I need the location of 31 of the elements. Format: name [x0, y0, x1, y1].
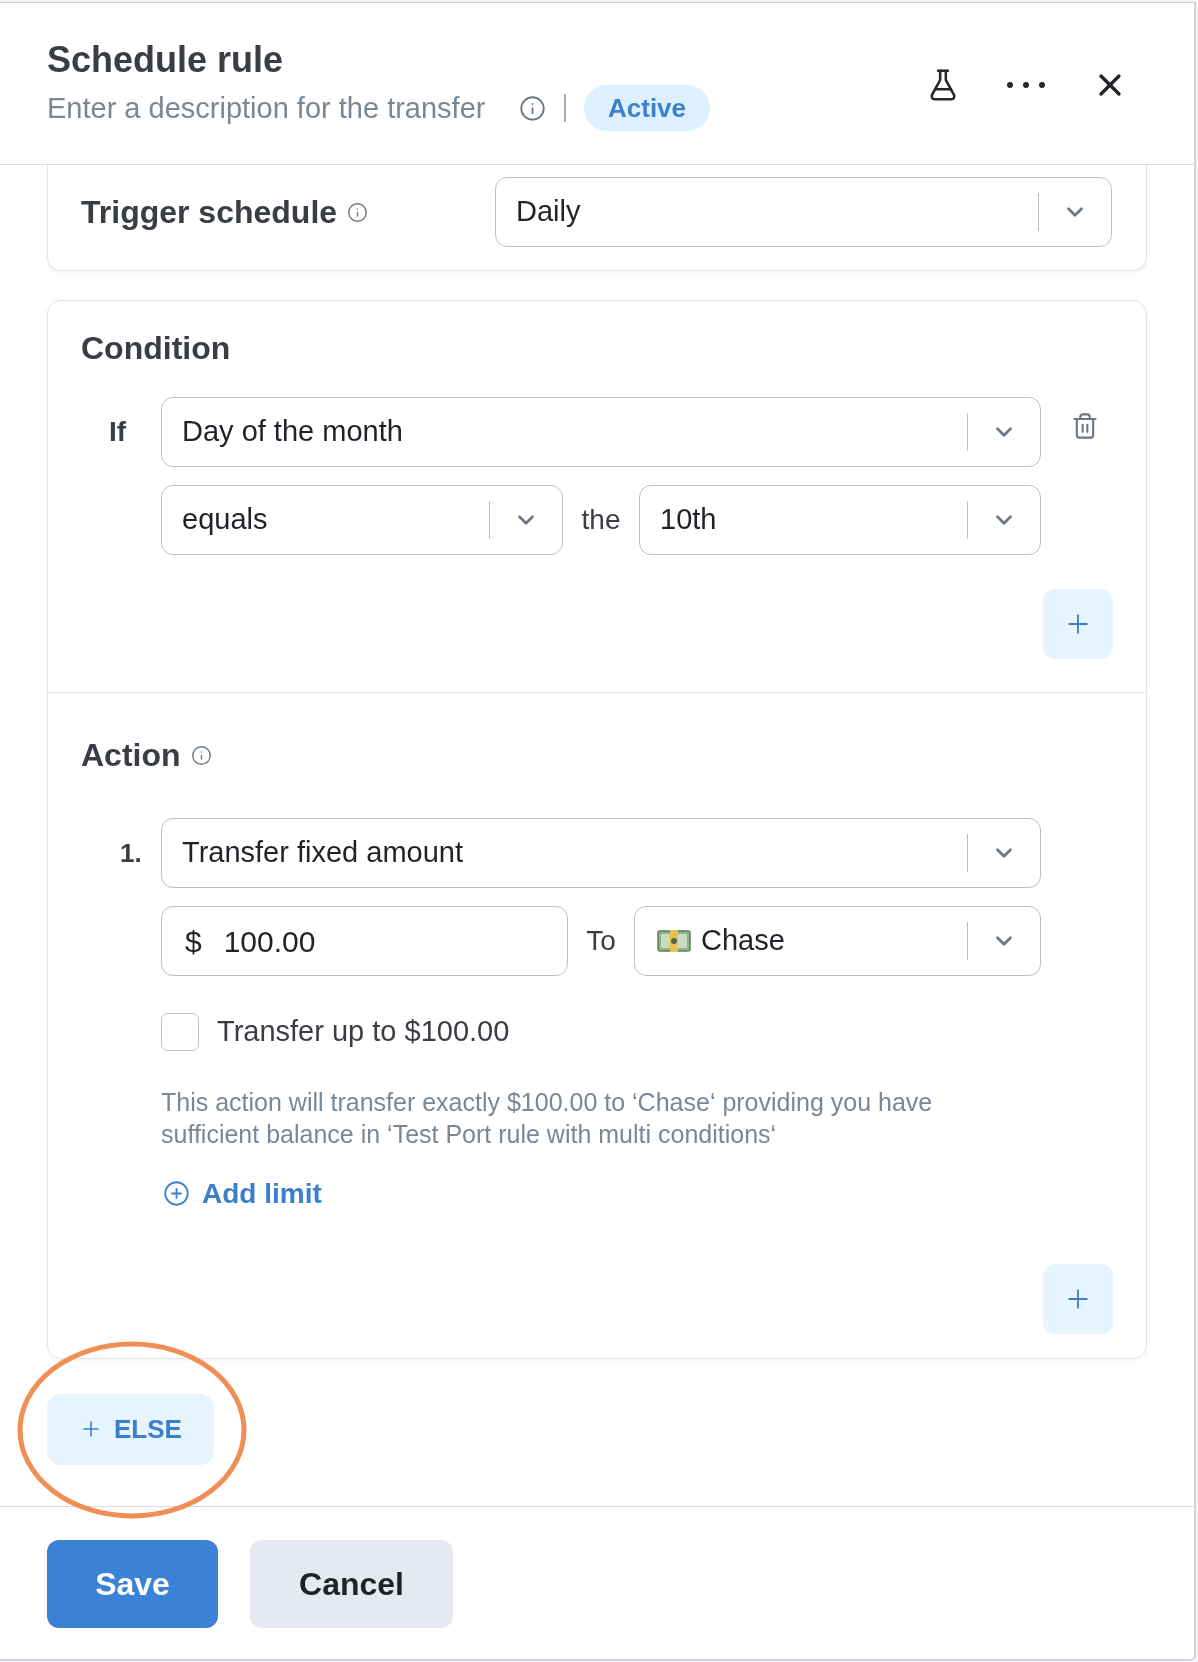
- destination-select[interactable]: Chase: [634, 906, 1041, 976]
- section-title: Action: [81, 736, 181, 775]
- step-number: 1.: [120, 837, 142, 868]
- plus-circle-icon: [163, 1180, 190, 1207]
- connector-text: To: [586, 924, 616, 958]
- connector-text: the: [581, 503, 621, 537]
- banknote-icon: [657, 928, 691, 954]
- schedule-select[interactable]: Daily: [495, 177, 1112, 247]
- section-title: Trigger schedule: [81, 193, 338, 232]
- save-button[interactable]: Save: [47, 1540, 218, 1628]
- field-select[interactable]: Day of the month: [161, 397, 1041, 467]
- checkbox-label: Transfer up to $100.00: [217, 1014, 510, 1049]
- action-type-select[interactable]: Transfer fixed amount: [161, 818, 1041, 888]
- condition-label: If: [109, 415, 127, 449]
- operator-select[interactable]: equals: [161, 485, 563, 555]
- info-icon[interactable]: [519, 94, 546, 122]
- amount-field[interactable]: $ 100.00: [161, 906, 568, 976]
- info-icon[interactable]: [347, 201, 369, 223]
- dialog-title: Schedule rule: [47, 38, 285, 82]
- more-icon[interactable]: [1006, 80, 1046, 89]
- status-badge: Active: [584, 85, 711, 131]
- value-select[interactable]: 10th: [639, 485, 1041, 555]
- section-title: Condition: [81, 329, 232, 368]
- else-button[interactable]: ELSE: [47, 1393, 214, 1465]
- description-field[interactable]: Enter a description for the transfer: [47, 89, 509, 127]
- checkbox[interactable]: [161, 1012, 199, 1051]
- trash-icon[interactable]: [1071, 412, 1099, 440]
- action-summary: This action will transfer exactly $100.00 to ‘Chase‘ providing you have sufficient balance in ‘Test Port rule with multi conditions‘: [161, 1086, 934, 1150]
- add-limit-link[interactable]: Add limit: [163, 1173, 322, 1214]
- info-icon[interactable]: [190, 744, 212, 766]
- cancel-button[interactable]: Cancel: [250, 1540, 453, 1628]
